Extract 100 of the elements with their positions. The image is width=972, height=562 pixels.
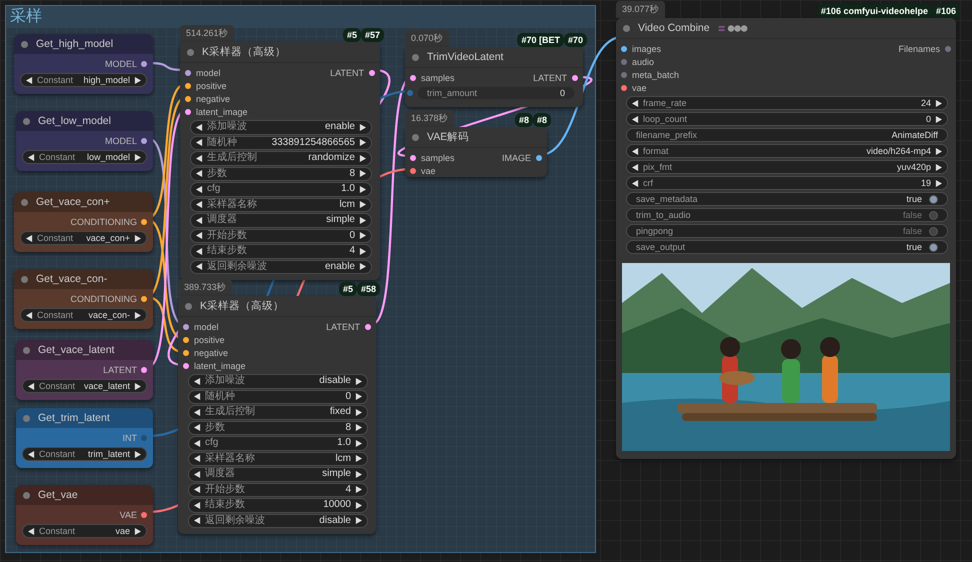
dropdown-field[interactable]: 添加噪波 disable xyxy=(188,374,368,388)
right-arrow-icon[interactable] xyxy=(935,100,942,106)
left-arrow-icon[interactable] xyxy=(26,76,33,84)
collapse-dot-icon[interactable] xyxy=(412,134,419,140)
input-dot[interactable] xyxy=(410,168,416,174)
node-header[interactable]: Get_low_model xyxy=(16,111,153,131)
left-arrow-icon[interactable] xyxy=(196,216,203,224)
right-arrow-icon[interactable] xyxy=(359,139,366,146)
input-dot[interactable] xyxy=(621,46,627,52)
input-dot[interactable] xyxy=(183,336,189,342)
output-dot[interactable] xyxy=(141,512,147,518)
linked-input-field[interactable]: trim_amount 0 xyxy=(417,86,575,100)
dropdown-field[interactable]: 添加噪波 enable xyxy=(190,120,372,134)
input-dot[interactable] xyxy=(183,324,189,330)
left-arrow-icon[interactable] xyxy=(26,312,33,318)
dropdown-field[interactable]: 调度器 simple xyxy=(190,213,372,228)
left-arrow-icon[interactable] xyxy=(28,450,35,458)
left-arrow-icon[interactable] xyxy=(196,139,203,146)
dropdown-field[interactable]: Constant high_model xyxy=(20,73,147,87)
node-card[interactable]: Get_vace_con- CONDITIONING Constant vace_con- xyxy=(14,269,153,329)
left-arrow-icon[interactable] xyxy=(196,170,203,178)
right-arrow-icon[interactable] xyxy=(359,263,366,270)
node-card[interactable]: Get_high_model MODEL Constant high_model xyxy=(14,34,153,94)
node-card[interactable] xyxy=(616,18,956,459)
right-arrow-icon[interactable] xyxy=(359,124,366,131)
output-dot[interactable] xyxy=(141,219,147,225)
output-dot[interactable] xyxy=(369,70,375,76)
right-arrow-icon[interactable] xyxy=(359,232,366,240)
number-field[interactable]: 开始步数 4 xyxy=(188,482,368,497)
right-arrow-icon[interactable] xyxy=(134,450,141,458)
left-arrow-icon[interactable] xyxy=(28,382,35,390)
collapse-dot-icon[interactable] xyxy=(23,492,30,498)
left-arrow-icon[interactable] xyxy=(632,180,639,186)
left-arrow-icon[interactable] xyxy=(194,440,201,447)
right-arrow-icon[interactable] xyxy=(134,528,141,534)
node-header[interactable]: Get_vace_con- xyxy=(14,269,153,289)
input-dot[interactable] xyxy=(621,84,627,90)
input-dot[interactable] xyxy=(183,362,189,368)
right-arrow-icon[interactable] xyxy=(355,502,362,509)
right-arrow-icon[interactable] xyxy=(359,248,366,255)
input-dot[interactable] xyxy=(185,96,191,102)
number-field[interactable]: cfg 1.0 xyxy=(188,436,368,450)
left-arrow-icon[interactable] xyxy=(196,232,203,240)
left-arrow-icon[interactable] xyxy=(194,502,201,509)
left-arrow-icon[interactable] xyxy=(632,116,639,122)
right-arrow-icon[interactable] xyxy=(355,424,362,432)
node-header[interactable]: K采样器（高级） xyxy=(180,42,380,63)
right-arrow-icon[interactable] xyxy=(935,164,942,170)
right-arrow-icon[interactable] xyxy=(935,180,942,186)
left-arrow-icon[interactable] xyxy=(632,100,639,106)
node-card[interactable]: TrimVideoLatent samples LATENT trim_amount 0 xyxy=(405,47,583,107)
right-arrow-icon[interactable] xyxy=(935,148,942,154)
toggle-knob[interactable] xyxy=(929,210,938,220)
input-dot[interactable] xyxy=(185,82,191,88)
output-dot[interactable] xyxy=(945,46,951,52)
right-arrow-icon[interactable] xyxy=(935,116,942,122)
toggle-switch[interactable]: trim_to_audio false xyxy=(626,208,948,222)
right-arrow-icon[interactable] xyxy=(355,378,362,385)
input-dot[interactable] xyxy=(407,90,413,96)
right-arrow-icon[interactable] xyxy=(355,455,362,462)
dropdown-field[interactable]: Constant vace_latent xyxy=(22,379,147,393)
left-arrow-icon[interactable] xyxy=(194,393,201,400)
left-arrow-icon[interactable] xyxy=(194,378,201,385)
node-card[interactable]: Get_vace_latent LATENT Constant vace_latent xyxy=(16,340,153,400)
right-arrow-icon[interactable] xyxy=(359,201,366,208)
right-arrow-icon[interactable] xyxy=(134,234,141,242)
toggle-knob[interactable] xyxy=(929,194,938,204)
toggle-switch[interactable]: pingpong false xyxy=(626,224,948,238)
right-arrow-icon[interactable] xyxy=(359,154,366,162)
dropdown-field[interactable]: Constant vace_con- xyxy=(20,308,147,322)
right-arrow-icon[interactable] xyxy=(134,76,141,84)
left-arrow-icon[interactable] xyxy=(194,470,201,478)
left-arrow-icon[interactable] xyxy=(194,408,201,416)
left-arrow-icon[interactable] xyxy=(632,148,639,154)
node-card[interactable]: Get_vace_con+ CONDITIONING Constant vace_con+ xyxy=(14,192,153,252)
dropdown-field[interactable]: Constant vace_con+ xyxy=(20,231,147,245)
collapse-dot-icon[interactable] xyxy=(412,54,419,60)
left-arrow-icon[interactable] xyxy=(196,263,203,270)
output-dot[interactable] xyxy=(141,367,147,373)
right-arrow-icon[interactable] xyxy=(355,408,362,416)
number-field[interactable]: loop_count 0 xyxy=(626,112,948,126)
left-arrow-icon[interactable] xyxy=(28,528,35,534)
dropdown-field[interactable]: 采样器名称 lcm xyxy=(190,198,372,212)
right-arrow-icon[interactable] xyxy=(355,517,362,524)
right-arrow-icon[interactable] xyxy=(355,486,362,494)
dropdown-field[interactable]: Constant low_model xyxy=(22,150,147,164)
output-dot[interactable] xyxy=(365,324,371,330)
number-field[interactable]: frame_rate 24 xyxy=(626,96,948,110)
node-card[interactable]: VAE解码 samples IMAGE vae xyxy=(405,127,547,177)
right-arrow-icon[interactable] xyxy=(355,470,362,478)
output-dot[interactable] xyxy=(141,435,147,441)
dropdown-field[interactable]: 返回剩余噪波 disable xyxy=(188,514,368,528)
left-arrow-icon[interactable] xyxy=(196,154,203,162)
left-arrow-icon[interactable] xyxy=(26,234,33,242)
collapse-dot-icon[interactable] xyxy=(23,346,30,354)
output-dot[interactable] xyxy=(141,296,147,302)
node-header[interactable]: Video Combine xyxy=(616,18,956,39)
node-card[interactable]: K采样器（高级） model LATENT positive negative latent_image 添加噪波 enable 随机种 333891254866565 生成后控制 randomize 步数 8 cfg 1.0 采样器名称 lcm 调度器 simple 开始步数 0 结束步数 4 返回剩余噪波 enable xyxy=(180,42,380,280)
input-dot[interactable] xyxy=(621,72,627,78)
collapse-dot-icon[interactable] xyxy=(623,24,630,32)
